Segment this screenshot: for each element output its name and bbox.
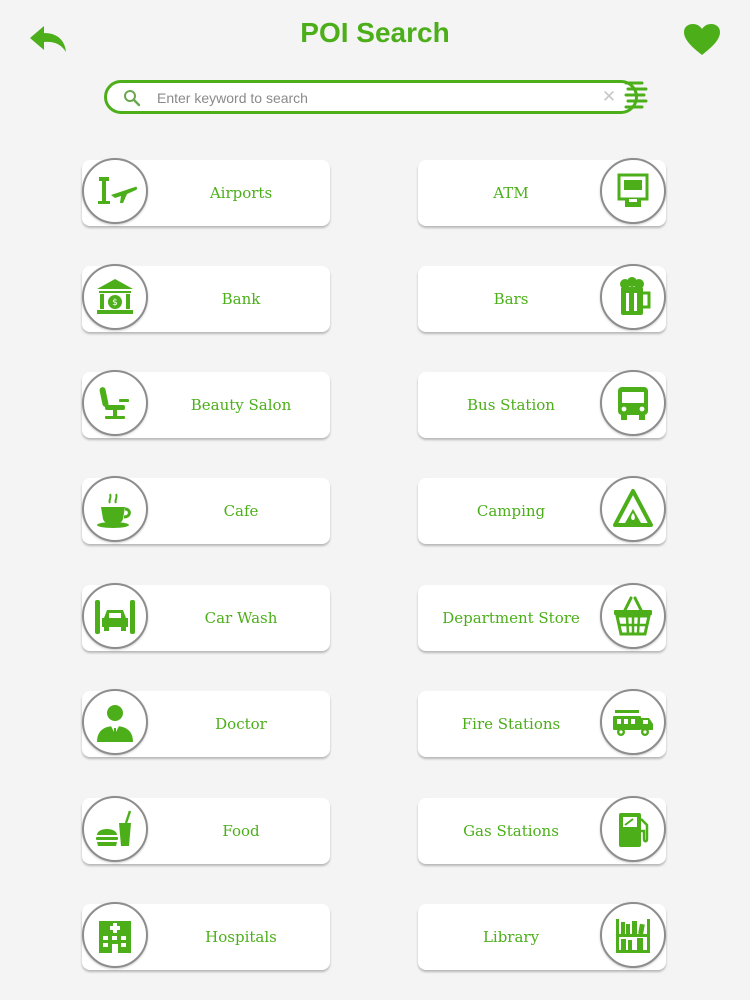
category-label: Doctor xyxy=(215,715,267,733)
category-food[interactable]: Food xyxy=(82,796,332,868)
category-label: Gas Stations xyxy=(463,822,559,840)
category-icon-badge xyxy=(82,796,148,862)
category-beauty-salon[interactable]: Beauty Salon xyxy=(82,370,332,442)
search-drip-decoration xyxy=(624,81,648,109)
burger-drink-icon xyxy=(96,810,132,846)
atm-icon xyxy=(617,173,649,207)
category-icon-badge xyxy=(600,796,666,862)
category-icon-badge xyxy=(82,370,148,436)
category-icon-badge xyxy=(600,370,666,436)
category-label: ATM xyxy=(493,184,529,202)
doctor-icon xyxy=(97,705,133,742)
category-label: Bars xyxy=(493,290,529,308)
airport-icon xyxy=(98,177,137,204)
category-atm[interactable]: ATM xyxy=(418,158,668,230)
category-airports[interactable]: Airports xyxy=(82,158,332,230)
category-label: Food xyxy=(222,822,260,840)
category-fire-stations[interactable]: Fire Stations xyxy=(418,689,668,761)
category-department-store[interactable]: Department Store xyxy=(418,583,668,655)
tent-icon xyxy=(613,489,653,527)
search-bar: ✕ xyxy=(104,80,648,114)
heart-icon xyxy=(684,24,720,55)
category-icon-badge xyxy=(82,158,148,224)
category-icon-badge xyxy=(600,689,666,755)
category-icon-badge xyxy=(600,158,666,224)
fire-truck-icon xyxy=(613,710,653,736)
coffee-cup-icon xyxy=(97,493,131,528)
favorites-button[interactable] xyxy=(682,22,722,58)
category-bars[interactable]: Bars xyxy=(418,264,668,336)
category-hospitals[interactable]: Hospitals xyxy=(82,902,332,974)
category-label: Airports xyxy=(209,184,273,202)
fuel-pump-icon xyxy=(619,813,649,847)
category-icon-badge xyxy=(600,264,666,330)
shopping-basket-icon xyxy=(614,596,652,636)
category-bank[interactable]: Bank $ xyxy=(82,264,332,336)
category-icon-badge xyxy=(600,583,666,649)
search-input[interactable] xyxy=(155,86,589,110)
clear-icon[interactable]: ✕ xyxy=(601,88,617,106)
category-camping[interactable]: Camping xyxy=(418,476,668,548)
salon-chair-icon xyxy=(99,387,129,419)
search-icon xyxy=(124,90,141,107)
hospital-building-icon xyxy=(99,921,131,953)
category-label: Beauty Salon xyxy=(190,396,292,414)
category-label: Fire Stations xyxy=(461,715,561,733)
page-title: POI Search xyxy=(300,17,450,48)
bank-icon: $ xyxy=(97,279,133,314)
category-bus-station[interactable]: Bus Station xyxy=(418,370,668,442)
category-label: Library xyxy=(482,928,540,946)
category-icon-badge xyxy=(82,689,148,755)
header: POI Search xyxy=(0,0,750,75)
beer-mug-icon xyxy=(620,277,651,315)
category-icon-badge xyxy=(82,583,148,649)
category-icon-badge: $ xyxy=(82,264,148,330)
category-icon-badge xyxy=(82,902,148,968)
category-label: Department Store xyxy=(442,609,580,627)
bus-icon xyxy=(618,387,648,420)
category-icon-badge xyxy=(82,476,148,542)
category-label: Camping xyxy=(476,502,546,520)
category-icon-badge xyxy=(600,902,666,968)
svg-text:$: $ xyxy=(112,298,118,308)
category-label: Bus Station xyxy=(467,396,555,414)
category-cafe[interactable]: Cafe xyxy=(82,476,332,548)
car-wash-icon xyxy=(95,600,135,634)
category-library[interactable]: Library xyxy=(418,902,668,974)
category-doctor[interactable]: Doctor xyxy=(82,689,332,761)
category-car-wash[interactable]: Car Wash xyxy=(82,583,332,655)
bookshelf-icon xyxy=(616,919,650,953)
category-gas-stations[interactable]: Gas Stations xyxy=(418,796,668,868)
category-icon-badge xyxy=(600,476,666,542)
category-label: Cafe xyxy=(223,502,259,520)
category-label: Bank xyxy=(221,290,261,308)
category-label: Hospitals xyxy=(205,928,277,946)
category-label: Car Wash xyxy=(204,609,278,627)
